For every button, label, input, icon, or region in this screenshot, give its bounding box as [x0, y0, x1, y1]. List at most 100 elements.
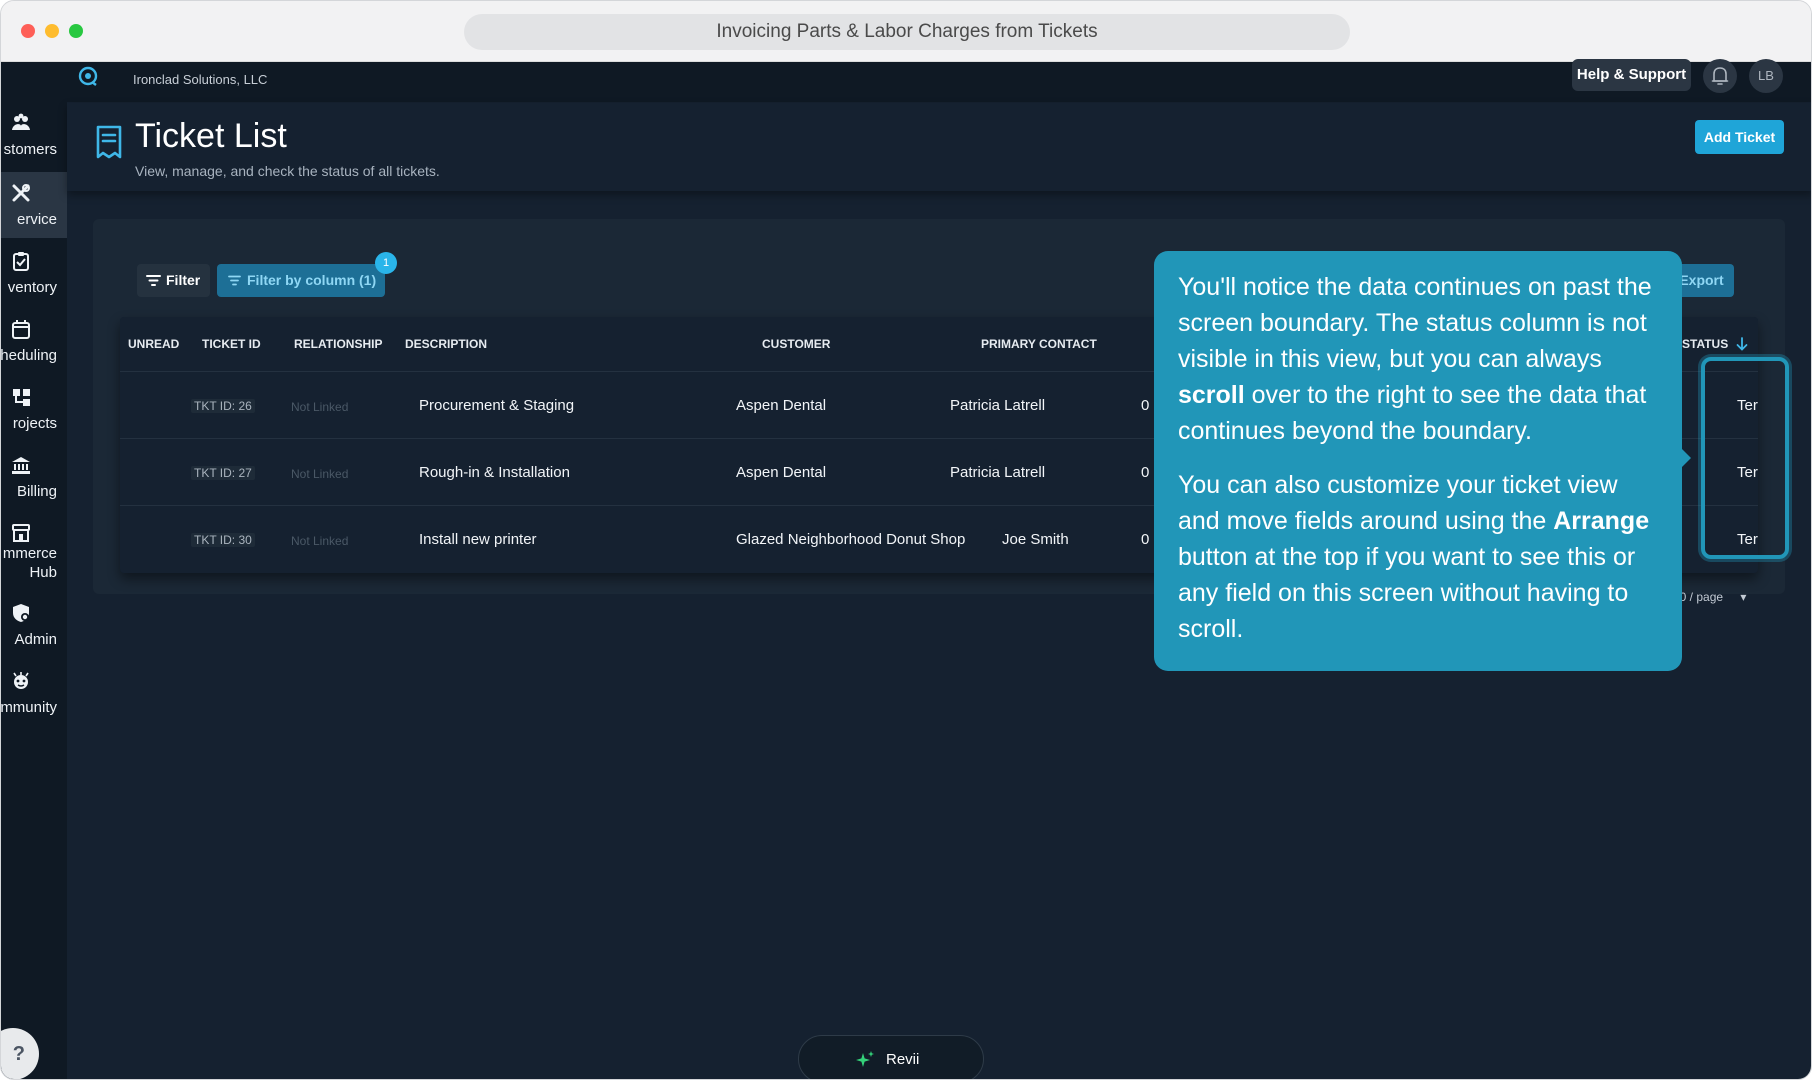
add-ticket-label: Add Ticket: [1703, 129, 1776, 145]
filter-count-badge: 1: [375, 252, 397, 274]
filter-by-column-button[interactable]: Filter by column (1): [217, 264, 385, 297]
column-header-primary-contact[interactable]: PRIMARY CONTACT: [981, 337, 1097, 351]
sidebar-item-admin[interactable]: Admin: [1, 592, 67, 658]
ticket-id-cell[interactable]: TKT ID: 26: [191, 399, 255, 413]
customer-cell[interactable]: Aspen Dental: [736, 397, 826, 414]
notifications-bell-button[interactable]: [1703, 59, 1737, 93]
app-root: Ironclad Solutions, LLC stomers ervice v…: [1, 62, 1811, 1079]
company-logo-icon[interactable]: [77, 65, 99, 87]
page-size-select[interactable]: 10 / page ▾: [1673, 590, 1746, 604]
tooltip-bold-text: Arrange: [1553, 507, 1650, 535]
column-header-customer[interactable]: CUSTOMER: [762, 337, 830, 351]
browser-titlebar: Invoicing Parts & Labor Charges from Tic…: [1, 1, 1811, 62]
window-minimize-button[interactable]: [45, 24, 59, 38]
tooltip-text: You'll notice the data continues on past…: [1178, 273, 1652, 373]
primary-contact-cell[interactable]: Joe Smith: [1002, 531, 1069, 548]
sidebar-item-inventory[interactable]: ventory: [1, 240, 67, 306]
window-close-button[interactable]: [21, 24, 35, 38]
filter-button-label: Filter: [166, 272, 201, 288]
browser-window: Invoicing Parts & Labor Charges from Tic…: [0, 0, 1812, 1080]
sidebar-item-community[interactable]: mmunity: [1, 660, 67, 726]
sidebar-item-label: ervice: [16, 211, 57, 228]
tooltip-pointer: [1682, 449, 1691, 467]
window-maximize-button[interactable]: [69, 24, 83, 38]
filter-button[interactable]: Filter: [137, 264, 210, 297]
column-header-ticket-id[interactable]: TICKET ID: [202, 337, 261, 351]
projects-icon: [13, 389, 30, 406]
filter-lines-icon: [146, 275, 161, 286]
tooltip-text: over to the right to see the data that c…: [1178, 381, 1647, 445]
customer-cell[interactable]: Aspen Dental: [736, 464, 826, 481]
description-cell[interactable]: Procurement & Staging: [419, 397, 574, 414]
ticket-id-cell[interactable]: TKT ID: 30: [191, 533, 255, 547]
sidebar-item-label: heduling: [1, 347, 57, 364]
sidebar-item-billing[interactable]: Billing: [1, 444, 67, 510]
community-icon: [13, 672, 29, 689]
user-avatar[interactable]: LB: [1749, 59, 1783, 93]
chevron-down-icon: ▾: [1740, 590, 1747, 604]
column-header-unread[interactable]: UNREAD: [128, 337, 179, 351]
company-name[interactable]: Ironclad Solutions, LLC: [133, 72, 267, 87]
description-cell[interactable]: Rough-in & Installation: [419, 464, 570, 481]
bank-icon: [12, 457, 30, 474]
sidebar-item-projects[interactable]: rojects: [1, 376, 67, 442]
help-button[interactable]: ?: [1, 1028, 39, 1079]
address-bar[interactable]: Invoicing Parts & Labor Charges from Tic…: [464, 14, 1350, 50]
ticket-id-cell[interactable]: TKT ID: 27: [191, 466, 255, 480]
sidebar-item-label: Billing: [16, 483, 57, 500]
page-title: Ticket List: [135, 117, 287, 155]
sidebar-item-label: mmunity: [1, 699, 57, 716]
sidebar-item-label: ventory: [7, 279, 57, 296]
sidebar-item-service[interactable]: ervice: [1, 172, 67, 238]
primary-contact-cell[interactable]: Patricia Latrell: [950, 464, 1045, 481]
add-ticket-button-shell[interactable]: Add Ticket: [1695, 120, 1784, 154]
sidebar-item-label: Admin: [14, 631, 57, 648]
revii-assistant-button[interactable]: Revii: [798, 1035, 984, 1079]
column-header-relationship[interactable]: RELATIONSHIP: [294, 337, 382, 351]
help-support-button-shell[interactable]: Help & Support: [1572, 59, 1691, 91]
store-icon: [12, 524, 30, 542]
help-support-label: Help & Support: [1576, 66, 1687, 83]
sidebar-item-commerce-hub[interactable]: mmerce Hub: [1, 512, 67, 592]
tooltip-text: You can also customize your ticket view …: [1178, 471, 1618, 535]
description-cell[interactable]: Install new printer: [419, 531, 537, 548]
sidebar-item-label: rojects: [12, 415, 57, 432]
ticket-list-icon: [96, 125, 122, 159]
walkthrough-tooltip: You'll notice the data continues on past…: [1154, 251, 1682, 671]
sidebar-item-label: mmerce Hub: [3, 544, 57, 582]
sidebar: stomers ervice ventory heduling rojects …: [1, 62, 67, 1079]
tooltip-paragraph-1: You'll notice the data continues on past…: [1178, 269, 1658, 449]
tooltip-paragraph-2: You can also customize your ticket view …: [1178, 467, 1658, 647]
customers-icon: [12, 113, 30, 130]
sidebar-item-customers[interactable]: stomers: [1, 102, 67, 168]
relationship-cell: Not Linked: [291, 400, 349, 414]
tooltip-bold-text: scroll: [1178, 381, 1245, 409]
filter-by-column-label: Filter by column (1): [247, 272, 377, 288]
page-header: Ticket List View, manage, and check the …: [67, 103, 1811, 191]
sidebar-item-label-line1: mmerce: [2, 545, 57, 562]
calendar-icon: [12, 320, 30, 339]
tooltip-text: button at the top if you want to see thi…: [1178, 543, 1636, 643]
count-cell: 0: [1141, 397, 1150, 414]
column-header-description[interactable]: DESCRIPTION: [405, 337, 487, 351]
status-column-highlight: [1701, 357, 1789, 559]
filter-lines-icon: [228, 275, 241, 286]
primary-contact-cell[interactable]: Patricia Latrell: [950, 397, 1045, 414]
revii-label: Revii: [886, 1051, 920, 1068]
service-tools-icon: [12, 184, 30, 202]
sparkle-icon: [856, 1051, 874, 1067]
relationship-cell: Not Linked: [291, 534, 349, 548]
column-header-status[interactable]: STATUS: [1682, 337, 1728, 351]
count-cell: 0: [1141, 531, 1150, 548]
customer-cell[interactable]: Glazed Neighborhood Donut Shop: [736, 531, 965, 548]
page-subtitle: View, manage, and check the status of al…: [135, 163, 440, 179]
bell-icon: [1711, 67, 1729, 85]
admin-shield-icon: [13, 604, 29, 622]
count-cell: 0: [1141, 464, 1150, 481]
top-bar: Ironclad Solutions, LLC: [67, 62, 1811, 102]
inventory-clipboard-icon: [13, 252, 29, 271]
sort-down-arrow-icon[interactable]: [1736, 337, 1748, 351]
sidebar-item-scheduling[interactable]: heduling: [1, 308, 67, 374]
sidebar-item-label: stomers: [3, 141, 57, 158]
relationship-cell: Not Linked: [291, 467, 349, 481]
